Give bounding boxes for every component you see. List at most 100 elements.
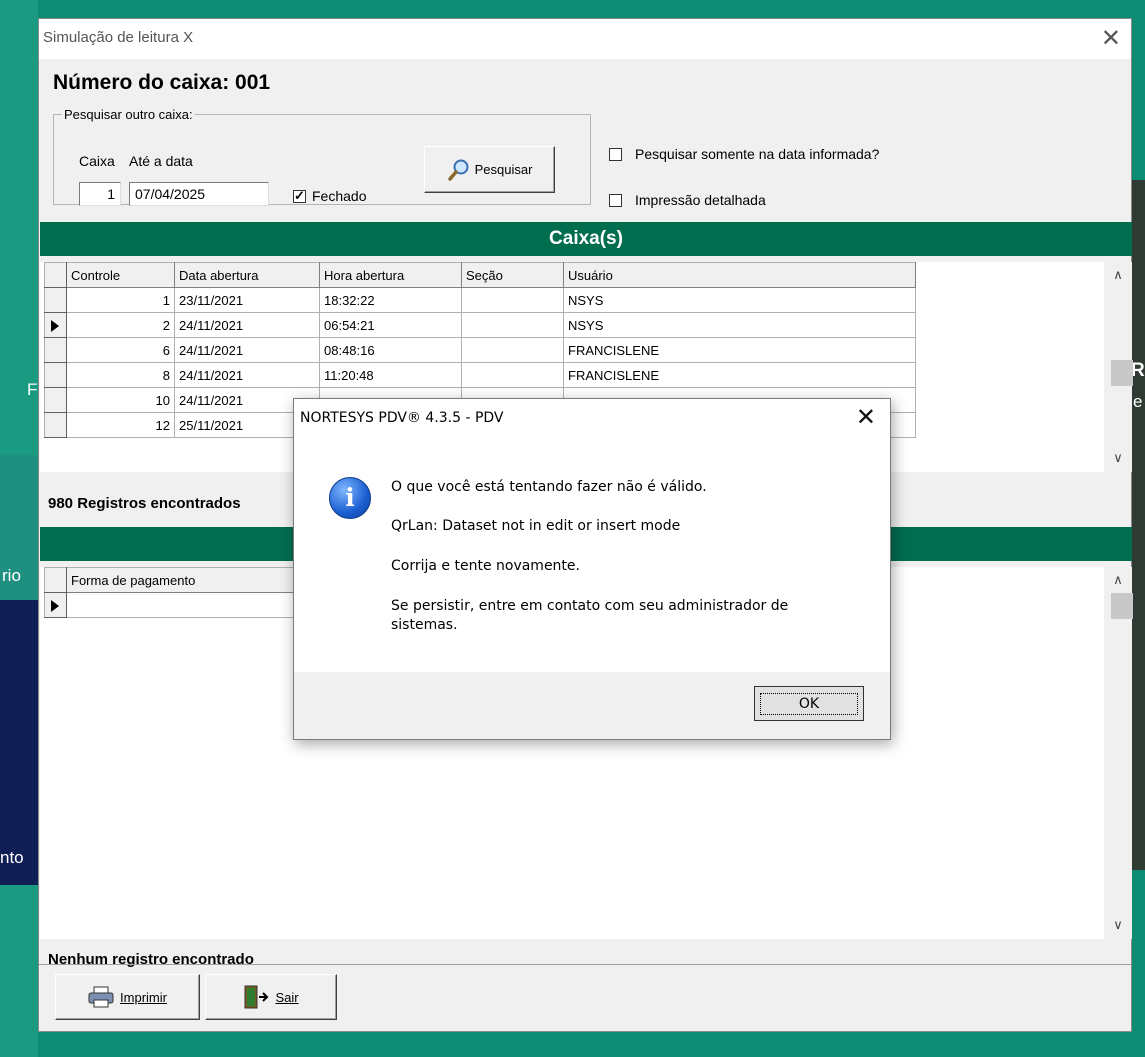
somente-data-label: Pesquisar somente na data informada? [635, 146, 880, 162]
cell-controle: 2 [66, 312, 175, 338]
cell-usuario: FRANCISLENE [563, 337, 916, 363]
cell-forma-pagamento [66, 592, 299, 618]
dialog-message: O que você está tentando fazer não é vál… [391, 479, 707, 495]
imprimir-button[interactable]: Imprimir [55, 974, 200, 1020]
column-header[interactable]: Usuário [563, 262, 916, 288]
column-header[interactable]: Hora abertura [319, 262, 462, 288]
column-header[interactable]: Forma de pagamento [66, 567, 299, 593]
cell-controle: 12 [66, 412, 175, 438]
scroll-thumb[interactable] [1111, 360, 1133, 386]
column-header[interactable]: Seção [461, 262, 564, 288]
background-text: F [27, 380, 38, 399]
dialog-message: Corrija e tente novamente. [391, 558, 580, 574]
close-icon[interactable]: ✕ [856, 403, 876, 431]
cell-usuario: FRANCISLENE [563, 362, 916, 388]
scroll-down-icon[interactable]: ∨ [1104, 450, 1132, 466]
sair-button[interactable]: Sair [205, 974, 337, 1020]
pesquisar-label: Pesquisar [474, 162, 533, 177]
row-indicator [44, 337, 67, 363]
current-row-pointer-icon [51, 320, 59, 333]
footer-panel: Imprimir Sair [39, 964, 1131, 1033]
search-group-label: Pesquisar outro caixa: [64, 107, 193, 122]
dialog-message: QrLan: Dataset not in edit or insert mod… [391, 518, 681, 534]
column-header[interactable]: Data abertura [174, 262, 320, 288]
search-icon [447, 159, 469, 181]
dialog-title: NORTESYS PDV® 4.3.5 - PDV [300, 410, 504, 426]
ok-label: OK [759, 692, 859, 715]
cell-controle: 8 [66, 362, 175, 388]
cell-data: 24/11/2021 [174, 362, 320, 388]
table-row[interactable]: 1 23/11/2021 18:32:22 NSYS [44, 287, 916, 313]
scroll-down-icon[interactable]: ∨ [1104, 917, 1132, 933]
page-title: Número do caixa: 001 [53, 71, 271, 94]
scroll-up-icon[interactable]: ∧ [1104, 572, 1132, 588]
background-text: R [1131, 360, 1145, 381]
ate-data-label: Até a data [129, 153, 193, 169]
cell-data: 23/11/2021 [174, 287, 320, 313]
background-text: e [1133, 392, 1143, 411]
cell-controle: 6 [66, 337, 175, 363]
info-icon: i [329, 477, 371, 519]
cell-usuario: NSYS [563, 287, 916, 313]
row-indicator [44, 287, 67, 313]
table-row[interactable]: 8 24/11/2021 11:20:48 FRANCISLENE [44, 362, 916, 388]
close-icon[interactable]: ✕ [1101, 24, 1121, 53]
fechado-label: Fechado [312, 188, 367, 204]
cell-data: 24/11/2021 [174, 337, 320, 363]
exit-door-icon [244, 985, 269, 1009]
current-row-pointer-icon [51, 600, 59, 613]
cell-controle: 10 [66, 387, 175, 413]
date-input[interactable]: 07/04/2025 [129, 182, 269, 206]
window-title: Simulação de leitura X [43, 29, 194, 46]
table-row[interactable]: 2 24/11/2021 06:54:21 NSYS [44, 312, 916, 338]
caixa-label: Caixa [79, 153, 115, 169]
scroll-thumb[interactable] [1111, 593, 1133, 619]
row-indicator [44, 387, 67, 413]
cell-hora: 18:32:22 [319, 287, 462, 313]
caixa-input[interactable]: 1 [79, 182, 121, 206]
cell-controle: 1 [66, 287, 175, 313]
table-row[interactable]: 6 24/11/2021 08:48:16 FRANCISLENE [44, 337, 916, 363]
impressao-detalhada-label: Impressão detalhada [635, 192, 766, 208]
row-indicator [44, 592, 67, 618]
row-indicator [44, 362, 67, 388]
somente-data-checkbox[interactable] [609, 148, 622, 161]
dialog-message: sistemas. [391, 617, 458, 633]
cell-secao [461, 337, 564, 363]
cell-secao [461, 362, 564, 388]
cell-data: 24/11/2021 [174, 312, 320, 338]
caixas-section-header: Caixa(s) [40, 222, 1132, 256]
background-text: rio [2, 566, 21, 585]
scroll-up-icon[interactable]: ∧ [1104, 267, 1132, 283]
row-indicator [44, 412, 67, 438]
pagamentos-scrollbar[interactable]: ∧ ∨ [1104, 567, 1133, 939]
header-panel: Número do caixa: 001 Pesquisar outro cai… [39, 59, 1131, 214]
background-app-left-navy [0, 600, 38, 885]
cell-hora: 08:48:16 [319, 337, 462, 363]
ok-button[interactable]: OK [754, 686, 864, 721]
cell-secao [461, 287, 564, 313]
table-row[interactable] [44, 592, 299, 618]
fechado-checkbox[interactable] [293, 188, 306, 204]
pesquisar-button[interactable]: Pesquisar [424, 146, 555, 193]
dialog-message: Se persistir, entre em contato com seu a… [391, 598, 789, 614]
cell-hora: 11:20:48 [319, 362, 462, 388]
background-text: nto [0, 848, 24, 867]
row-indicator-header [44, 567, 67, 593]
imprimir-label: Imprimir [120, 989, 167, 1005]
row-indicator [44, 312, 67, 338]
pagamentos-table: Forma de pagamento [44, 567, 299, 618]
row-indicator-header [44, 262, 67, 288]
error-dialog: NORTESYS PDV® 4.3.5 - PDV ✕ i O que você… [293, 398, 891, 740]
caixas-status: 980 Registros encontrados [48, 495, 241, 512]
sair-label: Sair [275, 989, 299, 1005]
impressao-detalhada-checkbox[interactable] [609, 194, 622, 207]
printer-icon [88, 986, 114, 1008]
cell-usuario: NSYS [563, 312, 916, 338]
title-bar: Simulação de leitura X ✕ [39, 19, 1131, 59]
caixas-scrollbar[interactable]: ∧ ∨ [1104, 262, 1133, 472]
column-header[interactable]: Controle [66, 262, 175, 288]
cell-secao [461, 312, 564, 338]
background-app-right [1132, 180, 1145, 870]
cell-hora: 06:54:21 [319, 312, 462, 338]
